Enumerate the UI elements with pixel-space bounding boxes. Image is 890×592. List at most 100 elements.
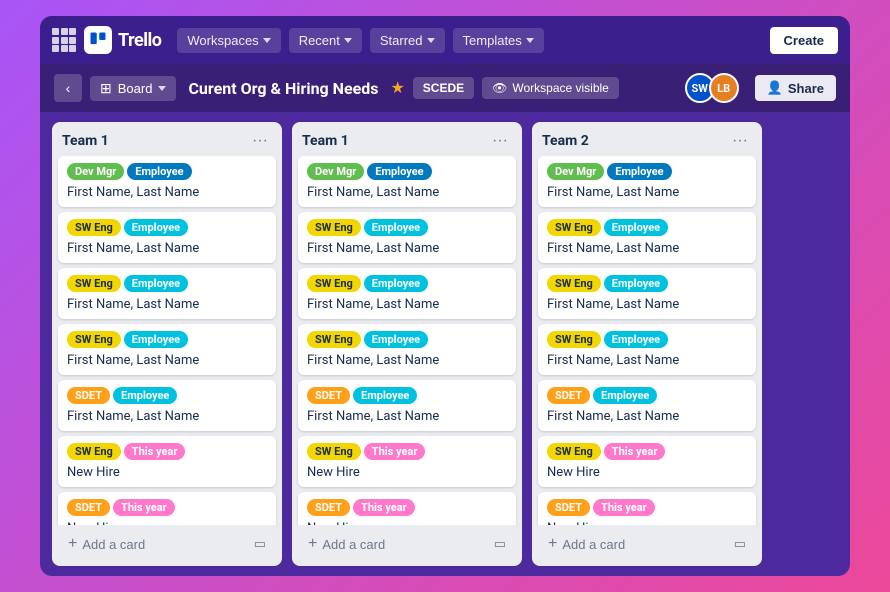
card-label: SW Eng — [307, 331, 361, 348]
avatar-lb: LB — [709, 73, 739, 103]
card-label: Employee — [127, 163, 191, 180]
list-item[interactable]: Dev MgrEmployeeFirst Name, Last Name — [58, 156, 276, 207]
grid-menu-icon[interactable] — [52, 28, 76, 52]
card-label: This year — [593, 499, 655, 516]
workspaces-chevron-icon — [263, 38, 271, 43]
recent-label: Recent — [299, 33, 340, 48]
card-label: SDET — [547, 499, 590, 516]
card-label: Employee — [353, 387, 417, 404]
list-item[interactable]: SW EngEmployeeFirst Name, Last Name — [58, 212, 276, 263]
list-item[interactable]: SW EngThis yearNew Hire — [58, 436, 276, 487]
list-item[interactable]: SDETEmployee First Name, Last Name — [538, 380, 756, 431]
card-text: First Name, Last Name — [67, 297, 267, 312]
card-label: SW Eng — [547, 275, 601, 292]
add-card-button[interactable]: + Add a card ▭ — [300, 530, 514, 558]
avatar-group: SW LB — [685, 73, 739, 103]
card-text: First Name, Last Name — [547, 409, 747, 424]
card-label: SW Eng — [547, 443, 601, 460]
visibility-button[interactable]: 👁 Workspace visible — [482, 77, 619, 99]
list-item[interactable]: SW EngThis year New Hire — [538, 436, 756, 487]
list-item[interactable]: SW EngEmployeeFirst Name, Last Name — [298, 268, 516, 319]
list-item[interactable]: SW EngEmployeeFirst Name, Last Name — [538, 212, 756, 263]
card-label: SW Eng — [307, 219, 361, 236]
card-label: This year — [124, 443, 186, 460]
card-label: This year — [353, 499, 415, 516]
card-3-labels: SW EngEmployee — [547, 275, 747, 292]
card-text: New Hire — [307, 465, 507, 480]
list-item[interactable]: SW EngEmployeeFirst Name, Last Name — [538, 268, 756, 319]
card-label: Employee — [367, 163, 431, 180]
card-text: First Name, Last Name — [547, 353, 747, 368]
list-item[interactable]: SW EngEmployeeFirst Name, Last Name — [538, 324, 756, 375]
workspace-badge-button[interactable]: SCEDE — [413, 77, 474, 99]
card-label: Employee — [593, 387, 657, 404]
list-item[interactable]: SDETEmployee First Name, Last Name — [58, 380, 276, 431]
plus-icon: + — [68, 535, 77, 553]
recent-menu-button[interactable]: Recent — [289, 28, 362, 53]
list-3-menu-button[interactable]: ··· — [728, 130, 752, 152]
share-label: Share — [788, 81, 824, 96]
board-type-icon: ⊞ — [100, 80, 112, 97]
top-nav: Trello Workspaces Recent Starred Templat… — [40, 16, 850, 64]
list-1-footer: + Add a card ▭ — [52, 525, 282, 566]
collapse-sidebar-button[interactable]: ‹ — [54, 74, 82, 102]
card-7-labels: SDETThis year — [547, 499, 747, 516]
card-6-labels: SW EngThis year — [307, 443, 507, 460]
template-icon: ▭ — [734, 536, 746, 552]
card-text: First Name, Last Name — [547, 185, 747, 200]
list-item[interactable]: SW EngEmployeeFirst Name, Last Name — [298, 212, 516, 263]
card-label: This year — [604, 443, 666, 460]
trello-logo-text: Trello — [118, 30, 161, 51]
add-card-left: + Add a card — [68, 535, 145, 553]
list-item[interactable]: SW EngEmployeeFirst Name, Last Name — [58, 324, 276, 375]
list-item[interactable]: SW EngThis year New Hire — [298, 436, 516, 487]
list-item[interactable]: SDETThis yearNew Hire — [58, 492, 276, 525]
workspaces-menu-button[interactable]: Workspaces — [177, 28, 280, 53]
card-4-labels: SW EngEmployee — [307, 331, 507, 348]
starred-label: Starred — [380, 33, 423, 48]
card-label: SW Eng — [547, 331, 601, 348]
card-6-labels: SW EngThis year — [547, 443, 747, 460]
list-item[interactable]: SDETThis yearNew Hire — [298, 492, 516, 525]
star-button[interactable]: ★ — [390, 78, 404, 98]
card-text: First Name, Last Name — [67, 241, 267, 256]
plus-icon: + — [308, 535, 317, 553]
card-text: New Hire — [67, 465, 267, 480]
card-label: Dev Mgr — [307, 163, 364, 180]
card-5-labels: SDETEmployee — [67, 387, 267, 404]
card-label: This year — [113, 499, 175, 516]
list-1: Team 1 ··· Dev MgrEmployeeFirst Name, La… — [52, 122, 282, 566]
card-1-labels: Dev MgrEmployee — [547, 163, 747, 180]
starred-menu-button[interactable]: Starred — [370, 28, 445, 53]
card-1-labels: Dev MgrEmployee — [307, 163, 507, 180]
list-1-menu-button[interactable]: ··· — [248, 130, 272, 152]
create-button[interactable]: Create — [770, 27, 838, 54]
add-card-button[interactable]: + Add a card ▭ — [60, 530, 274, 558]
card-label: SW Eng — [547, 219, 601, 236]
recent-chevron-icon — [344, 38, 352, 43]
card-text: First Name, Last Name — [67, 409, 267, 424]
card-text: New Hire — [547, 465, 747, 480]
add-card-label: Add a card — [322, 537, 385, 552]
starred-chevron-icon — [427, 38, 435, 43]
templates-menu-button[interactable]: Templates — [453, 28, 544, 53]
list-item[interactable]: SW EngEmployeeFirst Name, Last Name — [58, 268, 276, 319]
list-item[interactable]: SW EngEmployee First Name, Last Name — [298, 324, 516, 375]
card-label: Employee — [113, 387, 177, 404]
card-5-labels: SDETEmployee — [547, 387, 747, 404]
list-item[interactable]: SDETEmployeeFirst Name, Last Name — [298, 380, 516, 431]
template-icon: ▭ — [494, 536, 506, 552]
add-card-button[interactable]: + Add a card ▭ — [540, 530, 754, 558]
list-item[interactable]: Dev MgrEmployee First Name, Last Name — [538, 156, 756, 207]
share-button[interactable]: 👤 Share — [755, 75, 836, 101]
card-text: First Name, Last Name — [307, 185, 507, 200]
card-4-labels: SW EngEmployee — [67, 331, 267, 348]
list-item[interactable]: SDETThis yearNew Hire — [538, 492, 756, 525]
templates-label: Templates — [463, 33, 522, 48]
board-type-button[interactable]: ⊞ Board — [90, 76, 176, 101]
list-2-menu-button[interactable]: ··· — [488, 130, 512, 152]
trello-logo: Trello — [84, 26, 161, 54]
card-text: First Name, Last Name — [307, 353, 507, 368]
list-item[interactable]: Dev MgrEmployee First Name, Last Name — [298, 156, 516, 207]
eye-icon: 👁 — [492, 81, 507, 95]
